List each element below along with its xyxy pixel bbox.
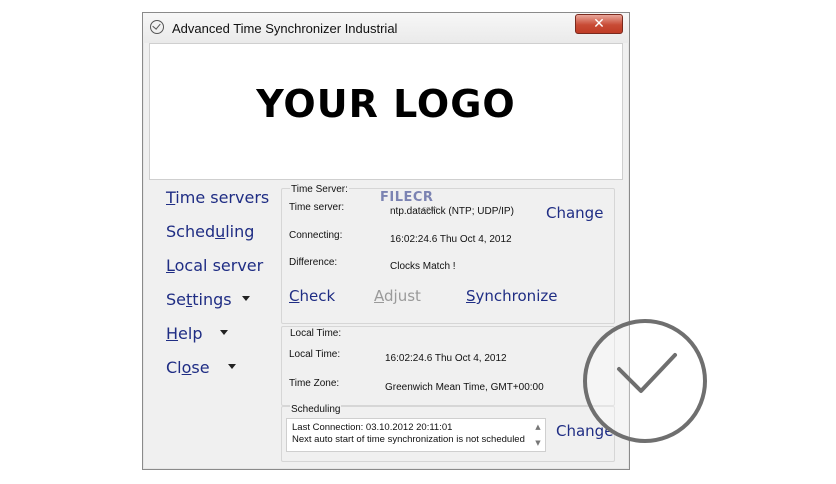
change-server-link[interactable]: Change [546,204,603,222]
logo-area: YOUR LOGO [149,43,623,180]
nav-help-label: elp [178,324,203,343]
local-time-value: 16:02:24.6 Thu Oct 4, 2012 [385,353,507,364]
nav-local-server-label: ocal server [174,256,264,275]
nav-help-key: H [166,324,179,343]
time-server-group: Time Server: Time server: ntp.dataclick … [281,184,615,324]
dropdown-arrow-icon [241,296,250,301]
nav-time-servers-label: ime servers [175,188,270,207]
checkmark-circle-icon [583,319,707,443]
connecting-label: Connecting: [289,230,343,241]
difference-value: Clocks Match ! [390,261,456,272]
nav-scheduling-key: u [215,222,226,241]
nav-close-pre: Cl [166,358,182,377]
nav-scheduling-pre: Sched [166,222,216,241]
clock-check-icon [150,20,164,34]
scroll-down-icon[interactable]: ▼ [533,437,543,449]
watermark: FILECR .com [380,190,437,213]
check-key: C [289,287,300,305]
group-title: Time Server: [290,184,349,195]
watermark-text: FILECR [380,190,434,205]
time-zone-value: Greenwich Mean Time, GMT+00:00 [385,382,544,393]
next-auto-start-text: Next auto start of time synchronization … [292,434,525,445]
close-window-button[interactable]: ✕ [575,14,623,34]
nav-time-servers[interactable]: Time servers [166,188,269,207]
nav-scheduling-post: ling [225,222,255,241]
synchronize-key: S [466,287,476,305]
nav-time-servers-key: T [166,188,176,207]
group-title: Scheduling [290,404,342,415]
nav-settings-pre: Se [166,290,186,309]
scheduling-log[interactable]: Last Connection: 03.10.2012 20:11:01 Nex… [286,418,546,452]
group-title: Local Time: [290,328,342,339]
local-time-label: Local Time: [289,349,341,360]
local-time-group: Local Time: Local Time: 16:02:24.6 Thu O… [281,326,615,406]
nav-local-server-key: L [166,256,175,275]
dropdown-arrow-icon [227,364,236,369]
adjust-link[interactable]: Adjust [374,287,421,305]
last-connection-text: Last Connection: 03.10.2012 20:11:01 [292,422,453,433]
app-window: Advanced Time Synchronizer Industrial ✕ … [142,12,630,470]
time-zone-label: Time Zone: [289,378,340,389]
synchronize-link[interactable]: Synchronize [466,287,557,305]
check-link[interactable]: Check [289,287,335,305]
adjust-label: djust [384,287,421,305]
nav-settings-post: tings [192,290,232,309]
logo: YOUR LOGO [256,82,516,126]
check-label: heck [299,287,336,305]
connecting-value: 16:02:24.6 Thu Oct 4, 2012 [390,234,512,245]
nav-close-key: o [181,358,192,377]
difference-label: Difference: [289,257,338,268]
nav-help[interactable]: Help [166,324,229,343]
nav-close-post: se [191,358,210,377]
window-title: Advanced Time Synchronizer Industrial [172,21,398,36]
nav-close[interactable]: Close [166,358,236,377]
watermark-subtext: .com [420,205,438,213]
time-server-label: Time server: [289,202,345,213]
nav-scheduling[interactable]: Scheduling [166,222,254,241]
nav-local-server[interactable]: Local server [166,256,263,275]
nav-settings[interactable]: Settings [166,290,250,309]
dropdown-arrow-icon [220,330,229,335]
adjust-key: A [374,287,384,305]
title-bar[interactable]: Advanced Time Synchronizer Industrial ✕ [143,13,629,43]
scroll-up-icon[interactable]: ▲ [533,421,543,433]
synchronize-label: ynchronize [475,287,558,305]
